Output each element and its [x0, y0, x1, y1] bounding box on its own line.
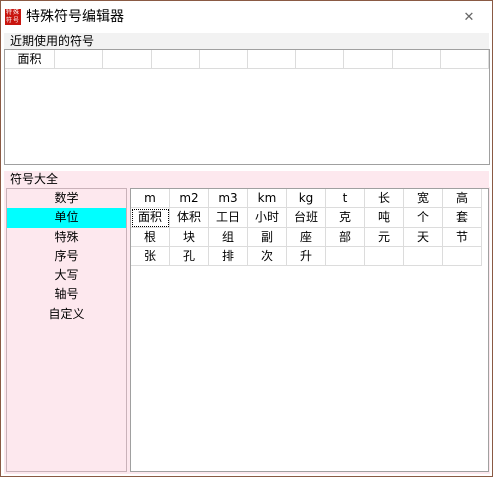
close-button[interactable]: ✕: [461, 10, 477, 26]
all-symbols-label: 符号大全: [4, 171, 489, 187]
symbol-cell[interactable]: 天: [404, 227, 443, 247]
recent-symbol-cell[interactable]: [55, 50, 104, 68]
title-bar: 特殊符号 特殊符号编辑器 ✕: [1, 1, 492, 33]
recent-symbol-cell[interactable]: 面积: [5, 50, 56, 68]
symbol-cell[interactable]: 排: [209, 246, 248, 267]
symbol-cell[interactable]: 孔: [170, 246, 209, 267]
category-item[interactable]: 大写: [7, 266, 126, 285]
symbol-cell[interactable]: 根: [131, 227, 170, 247]
symbol-cell[interactable]: 块: [170, 227, 209, 247]
symbol-cell[interactable]: 长: [365, 189, 404, 209]
category-list: 数学 单位 特殊 序号 大写 轴号 自定义: [6, 188, 127, 472]
symbol-cell[interactable]: 元: [365, 227, 404, 247]
window-title: 特殊符号编辑器: [26, 9, 124, 25]
symbol-cell[interactable]: 吨: [365, 208, 404, 228]
symbol-cell[interactable]: [365, 246, 404, 267]
category-item[interactable]: 序号: [7, 247, 126, 266]
symbol-cell[interactable]: m: [131, 189, 170, 209]
symbol-grid: m m2 m3 km kg t 长宽高面积 体积 工日 小时 台班克吨个套根块组副座部元天节张孔排次…: [131, 189, 482, 267]
symbol-cell[interactable]: t: [326, 189, 365, 209]
symbol-cell[interactable]: 节: [443, 227, 482, 247]
symbol-cell[interactable]: km: [248, 189, 287, 209]
symbol-cell[interactable]: kg: [287, 189, 326, 209]
symbol-cell[interactable]: 升: [287, 246, 326, 267]
symbol-cell[interactable]: 座: [287, 227, 326, 247]
symbol-grid-box: m m2 m3 km kg t 长宽高面积 体积 工日 小时 台班克吨个套根块组副座部元天节张孔排次…: [130, 188, 489, 472]
symbol-cell[interactable]: 小时: [248, 208, 287, 228]
symbol-cell[interactable]: [326, 246, 365, 267]
close-icon: ✕: [463, 10, 475, 25]
symbol-cell[interactable]: [443, 246, 482, 267]
symbol-cell[interactable]: 克: [326, 208, 365, 228]
symbol-cell[interactable]: [404, 246, 443, 267]
recent-symbols-row: 面积: [5, 50, 490, 69]
app-seal-icon: 特殊符号: [5, 9, 21, 25]
symbol-cell[interactable]: 张: [131, 246, 170, 267]
symbol-cell[interactable]: 次: [248, 246, 287, 267]
recent-symbol-cell[interactable]: [344, 50, 393, 68]
category-item[interactable]: 单位: [7, 208, 126, 228]
recent-symbol-cell[interactable]: [441, 50, 490, 68]
recent-symbol-cell[interactable]: [393, 50, 441, 68]
recent-symbol-cell[interactable]: [152, 50, 200, 68]
app-seal-text: 特殊符号: [5, 9, 20, 24]
symbol-cell[interactable]: 高: [443, 189, 482, 209]
symbol-cell[interactable]: 副: [248, 227, 287, 247]
recent-symbol-cell[interactable]: [200, 50, 248, 68]
recent-symbol-cell[interactable]: [296, 50, 345, 68]
recent-symbols-label: 近期使用的符号: [4, 33, 489, 49]
symbol-cell[interactable]: 组: [209, 227, 248, 247]
symbol-cell[interactable]: 工日: [209, 208, 248, 228]
symbol-cell[interactable]: m2: [170, 189, 209, 209]
symbol-cell[interactable]: 部: [326, 227, 365, 247]
special-symbol-editor-window: 特殊符号 特殊符号编辑器 ✕ 近期使用的符号 面积 符号大全 数学 单位 特殊 序号大…: [0, 0, 493, 477]
recent-symbol-cell[interactable]: [248, 50, 297, 68]
symbol-cell[interactable]: 台班: [287, 208, 326, 228]
symbol-cell[interactable]: 面积: [131, 208, 170, 228]
category-item[interactable]: 特殊: [7, 228, 126, 247]
symbol-cell[interactable]: m3: [209, 189, 248, 209]
symbol-cell[interactable]: 个: [404, 208, 443, 228]
category-item[interactable]: 数学: [7, 189, 126, 208]
all-symbols-area: 数学 单位 特殊 序号 大写 轴号 自定义 m m2 m3 km kg t 长宽高面积 体积 工日 小时 台班克…: [4, 187, 490, 474]
recent-symbols-box: 面积: [4, 49, 490, 165]
symbol-cell[interactable]: 宽: [404, 189, 443, 209]
category-item[interactable]: 轴号: [7, 285, 126, 304]
symbol-cell[interactable]: 套: [443, 208, 482, 228]
category-item[interactable]: 自定义: [7, 305, 126, 324]
symbol-cell[interactable]: 体积: [170, 208, 209, 228]
recent-symbol-cell[interactable]: [103, 50, 152, 68]
